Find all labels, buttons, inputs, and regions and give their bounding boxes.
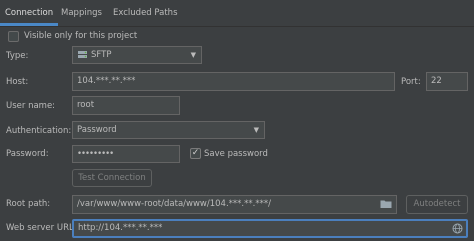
web-server-url-value: http://104.***.**.*** (78, 223, 163, 233)
root-path-value: /var/www/www-root/data/www/104.***.**.**… (77, 199, 271, 209)
type-value: SFTP (91, 50, 112, 60)
port-label: Port: (401, 77, 421, 87)
tab-excluded-paths[interactable]: Excluded Paths (108, 0, 183, 26)
test-connection-button[interactable]: Test Connection (72, 169, 152, 187)
web-server-url-label: Web server URL: (6, 223, 77, 233)
visible-only-checkbox[interactable] (8, 31, 19, 42)
tab-bar: Connection Mappings Excluded Paths (0, 0, 474, 27)
chevron-down-icon: ▼ (190, 51, 196, 59)
visible-only-label: Visible only for this project (24, 31, 138, 41)
tab-connection[interactable]: Connection (0, 0, 59, 26)
autodetect-button[interactable]: Autodetect (406, 195, 468, 214)
username-label: User name: (6, 101, 56, 111)
host-label: Host: (6, 77, 29, 87)
web-server-url-input[interactable]: http://104.***.**.*** (72, 219, 468, 238)
sftp-server-icon (77, 50, 89, 60)
host-input[interactable]: 104.***.**.*** (72, 72, 395, 91)
username-input[interactable]: root (72, 96, 180, 115)
tab-mappings[interactable]: Mappings (56, 0, 107, 26)
root-path-label: Root path: (6, 199, 51, 209)
root-path-input[interactable]: /var/www/www-root/data/www/104.***.**.**… (72, 195, 397, 214)
folder-icon[interactable] (380, 199, 392, 209)
authentication-dropdown[interactable]: Password ▼ (72, 121, 265, 139)
checkmark-icon: ✓ (191, 148, 200, 158)
type-label: Type: (6, 51, 29, 61)
globe-icon[interactable] (452, 223, 463, 234)
port-input[interactable]: 22 (426, 72, 468, 91)
chevron-down-icon: ▼ (253, 126, 259, 134)
password-input[interactable]: ••••••••• (72, 145, 180, 163)
authentication-value: Password (77, 125, 117, 135)
authentication-label: Authentication: (6, 126, 72, 136)
save-password-label: Save password (204, 149, 268, 159)
password-label: Password: (6, 149, 49, 159)
save-password-checkbox[interactable]: ✓ (190, 148, 201, 159)
type-dropdown[interactable]: SFTP ▼ (72, 46, 202, 64)
